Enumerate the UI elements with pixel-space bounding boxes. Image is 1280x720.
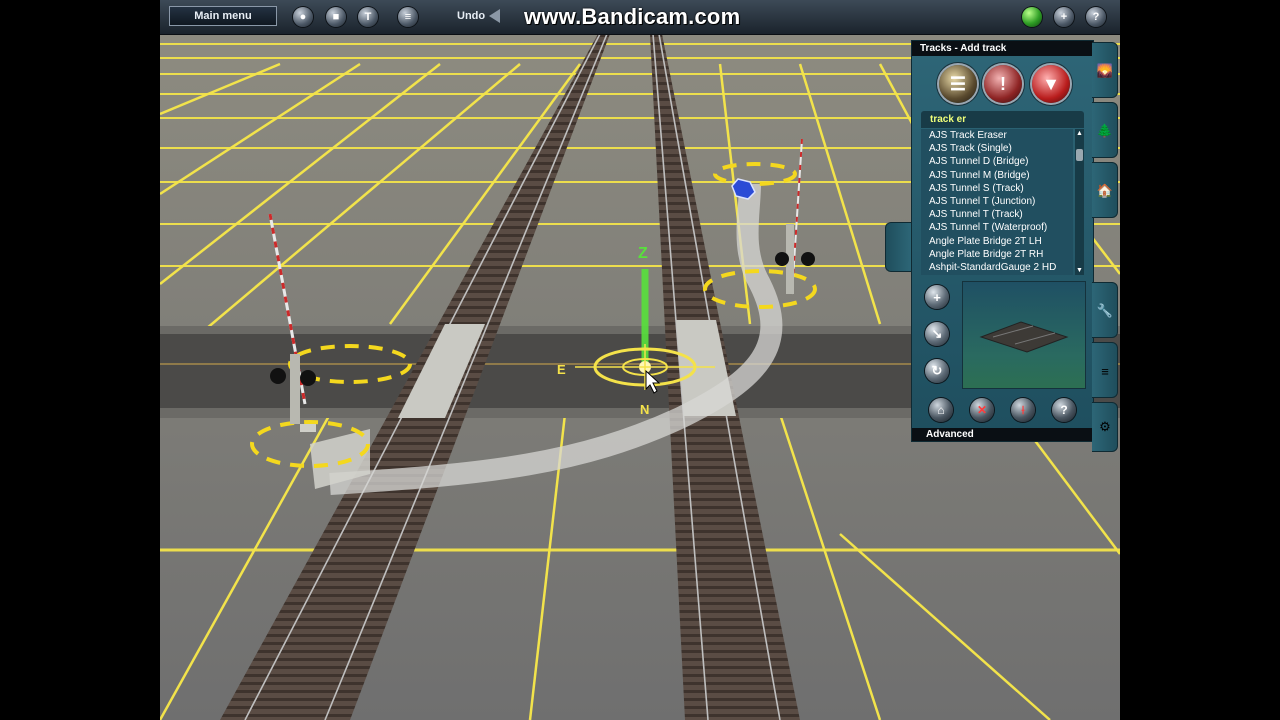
list-item[interactable]: Angle Plate Bridge 2T LH	[921, 235, 1073, 248]
list-item[interactable]: AJS Tunnel D (Bridge)	[921, 155, 1073, 168]
straighten-button[interactable]: ↘	[925, 322, 949, 346]
terrain-icon: 🌄	[1096, 63, 1114, 78]
wrench-icon: 🔧	[1096, 303, 1114, 318]
delete-button[interactable]: ✕	[970, 398, 994, 422]
list-item[interactable]: Ashpit-StandardGauge 2 HD	[921, 261, 1073, 274]
green-gem-icon[interactable]	[1022, 7, 1042, 27]
list-item[interactable]: AJS Tunnel S (Track)	[921, 182, 1073, 195]
tab-objects[interactable]: 🏠	[1092, 162, 1118, 218]
list-item[interactable]: AJS Tunnel M (Bridge)	[921, 169, 1073, 182]
list-scrollbar[interactable]: ▲ ▼	[1075, 129, 1084, 275]
tab-paint[interactable]: 🌲	[1092, 102, 1118, 158]
zoom-in-button[interactable]: +	[925, 285, 949, 309]
tracks-panel: Tracks - Add track ☰ ! ▼ track er AJS Tr…	[911, 40, 1094, 442]
panel-help-button[interactable]: ?	[1052, 398, 1076, 422]
add-track-mode-button[interactable]: ☰	[939, 65, 977, 103]
scroll-down-icon[interactable]: ▼	[1076, 267, 1083, 274]
top-toolbar: Main menu ● ■ T ≡ Undo www.Bandicam.com …	[160, 0, 1120, 35]
ladder-icon: ☰	[949, 73, 967, 94]
layers-icon: ≡	[1101, 363, 1109, 379]
help-icon: ?	[1060, 403, 1068, 417]
list-item[interactable]: AJS Tunnel T (Junction)	[921, 195, 1073, 208]
track-icon: ⌂	[937, 403, 945, 417]
stop-icon[interactable]: ■	[326, 7, 346, 27]
trackmark-mode-button[interactable]: ▼	[1032, 65, 1070, 103]
tab-layers[interactable]: ≡	[1092, 342, 1118, 398]
tab-tools[interactable]: 🔧	[1092, 282, 1118, 338]
compass-n-label: N	[640, 402, 649, 417]
house-icon: 🏠	[1096, 183, 1114, 198]
search-filter-input[interactable]: track er	[921, 111, 1084, 128]
down-arrow-icon: ▼	[1042, 73, 1060, 94]
trainz-surveyor-window: Z E N Main menu ● ■ T ≡ Undo www.Bandica…	[160, 0, 1120, 720]
list-item[interactable]: AJS Track Eraser	[921, 129, 1073, 142]
bandicam-watermark: www.Bandicam.com	[524, 4, 741, 29]
grid-icon[interactable]: ≡	[398, 7, 418, 27]
track-tool-button[interactable]: ⌂	[929, 398, 953, 422]
close-icon: ✕	[976, 403, 988, 417]
plus-icon[interactable]: +	[1054, 7, 1074, 27]
marker-icon: !	[1000, 73, 1006, 94]
track-preview-image	[979, 321, 1069, 353]
list-item[interactable]: AJS Tunnel T (Track)	[921, 208, 1073, 221]
panel-title: Tracks - Add track	[912, 41, 1093, 56]
scroll-up-icon[interactable]: ▲	[1076, 130, 1083, 137]
compass-e-label: E	[557, 362, 566, 377]
track-list[interactable]: AJS Track Eraser AJS Track (Single) AJS …	[921, 129, 1073, 275]
list-item[interactable]: AJS Track (Single)	[921, 142, 1073, 155]
rotate-button[interactable]: ↻	[925, 359, 949, 383]
tab-topology[interactable]: 🌄	[1092, 42, 1118, 98]
scroll-thumb[interactable]	[1076, 149, 1083, 161]
plus-icon: +	[933, 289, 941, 305]
split-icon: ⟊	[1021, 402, 1025, 417]
right-letterbox	[1120, 0, 1280, 720]
panel-collapse-tab[interactable]	[885, 222, 911, 272]
tree-icon: 🌲	[1096, 123, 1114, 138]
rotate-icon: ↻	[931, 363, 943, 378]
split-button[interactable]: ⟊	[1011, 398, 1035, 422]
globe-icon[interactable]: ●	[293, 7, 313, 27]
compass-z-label: Z	[638, 245, 648, 262]
tool-icon[interactable]: T	[358, 7, 378, 27]
left-letterbox	[0, 0, 160, 720]
undo-icon[interactable]	[489, 9, 500, 23]
advanced-toggle[interactable]: Advanced	[912, 428, 1093, 441]
main-menu-button[interactable]: Main menu	[169, 6, 277, 26]
undo-button[interactable]: Undo	[457, 10, 485, 22]
tab-settings[interactable]: ⚙	[1092, 402, 1118, 452]
gear-icon: ⚙	[1099, 419, 1111, 434]
asset-preview	[962, 281, 1086, 389]
list-item[interactable]: Angle Plate Bridge 2T RH	[921, 248, 1073, 261]
help-icon[interactable]: ?	[1086, 7, 1106, 27]
wrench-icon: ↘	[931, 326, 943, 341]
list-item[interactable]: AJS Tunnel T (Waterproof)	[921, 221, 1073, 234]
track-marker-mode-button[interactable]: !	[984, 65, 1022, 103]
